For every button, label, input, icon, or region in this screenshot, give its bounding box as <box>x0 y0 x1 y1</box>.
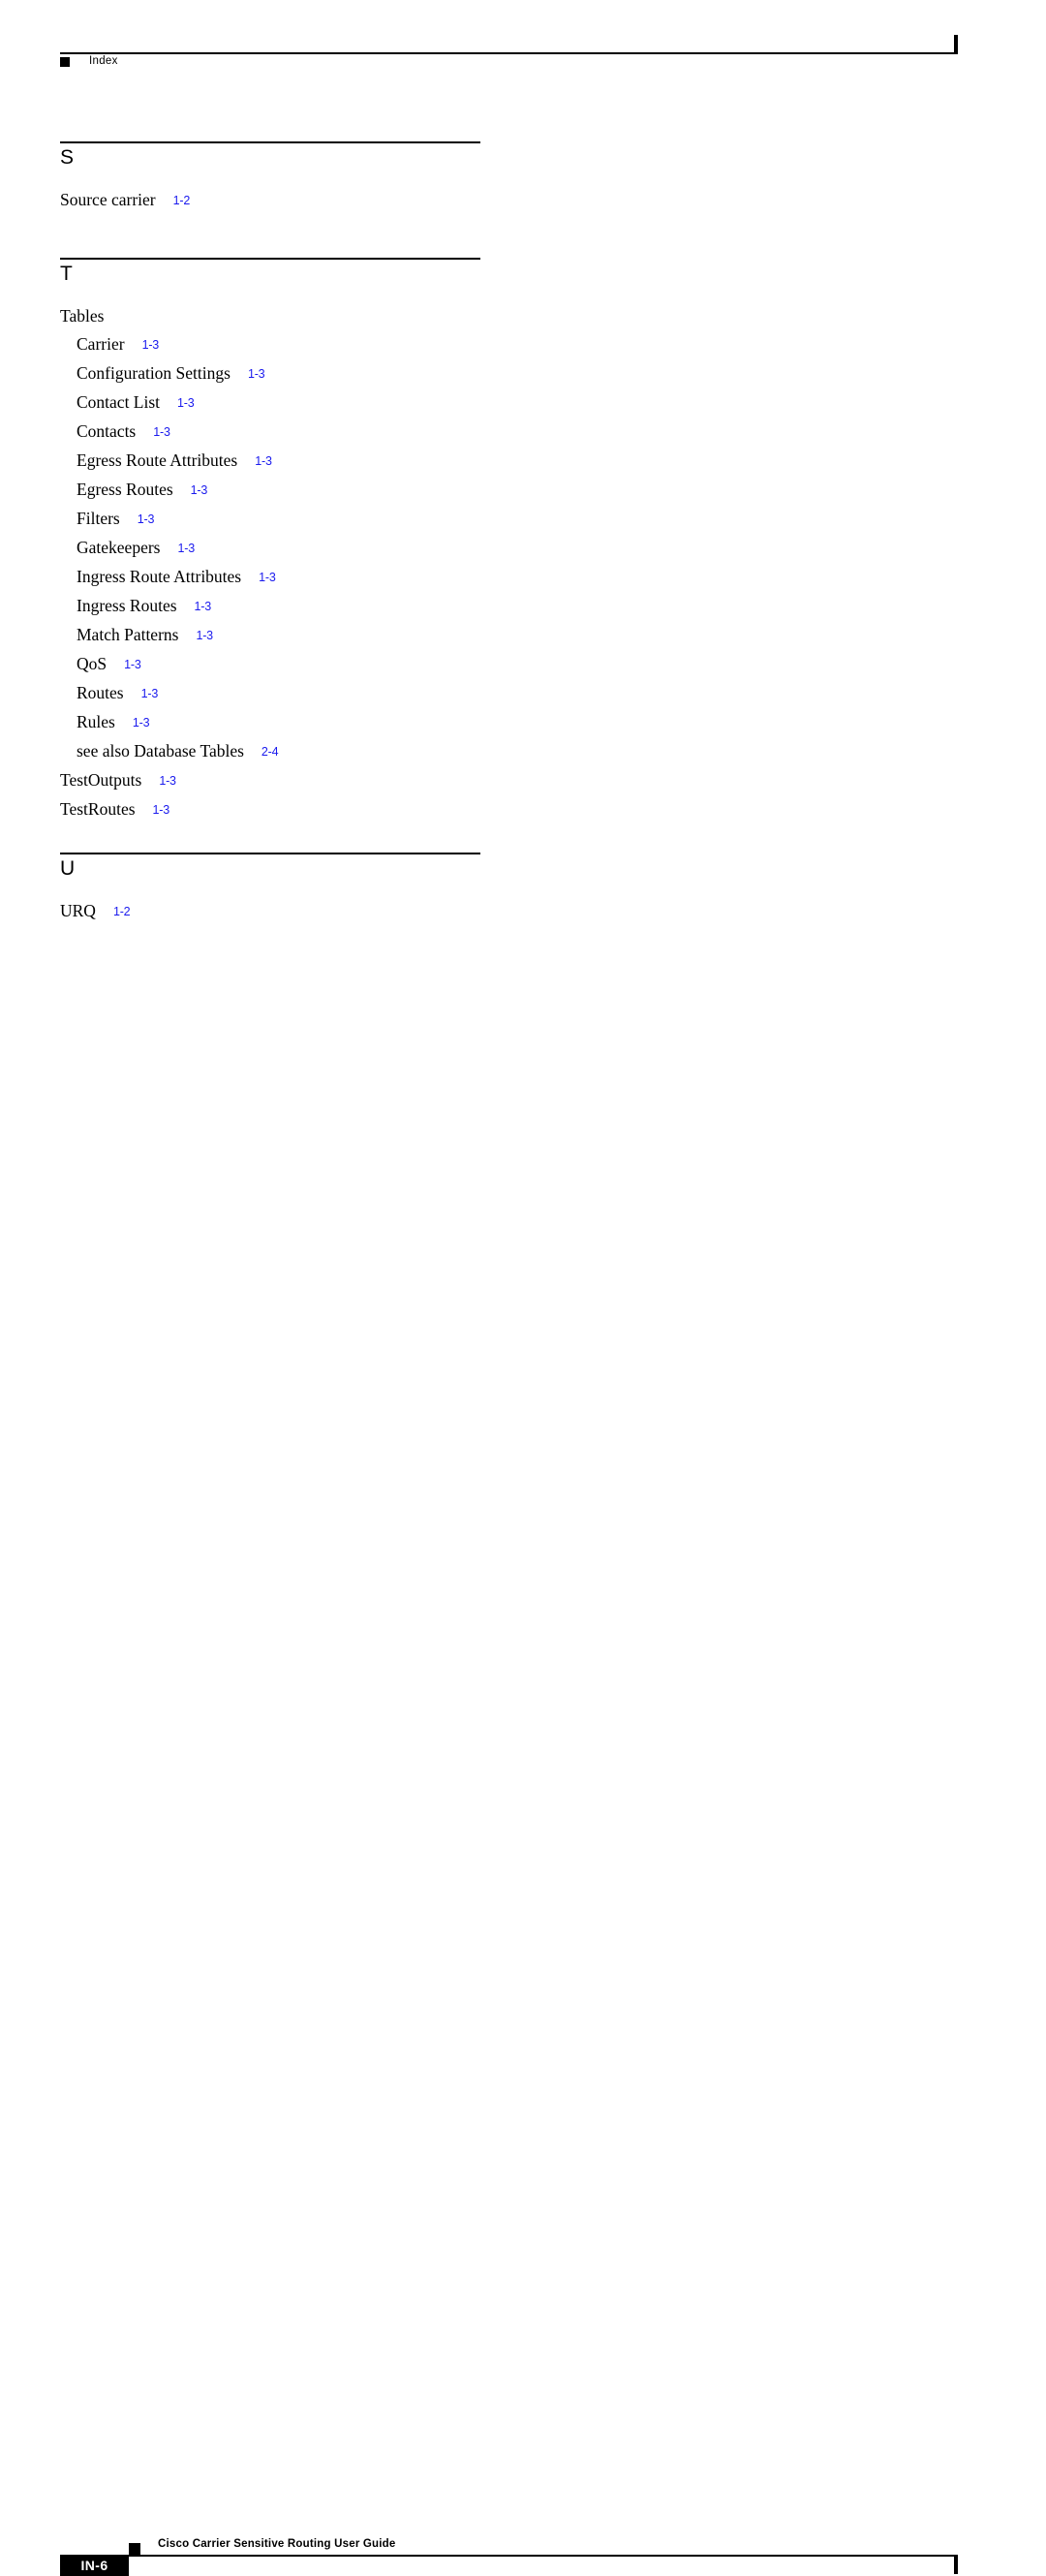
index-section: T Tables Carrier 1-3 Configuration Settings 1… <box>60 258 486 824</box>
index-entry-term: Source carrier <box>60 190 156 209</box>
index-page-reference[interactable]: 1-3 <box>241 571 276 584</box>
index-entry: Contact List 1-3 <box>60 388 486 418</box>
index-entry-term: Configuration Settings <box>77 363 231 383</box>
index-entry-term: Egress Routes <box>77 480 173 499</box>
index-entry-term: URQ <box>60 901 96 920</box>
index-section: S Source carrier 1-2 <box>60 141 486 215</box>
index-entry: Source carrier 1-2 <box>60 186 486 215</box>
page-footer: Cisco Carrier Sensitive Routing User Gui… <box>0 1266 1046 2576</box>
index-entry: Egress Route Attributes 1-3 <box>60 447 486 476</box>
index-entry-term: TestRoutes <box>60 799 136 819</box>
index-entry: Ingress Route Attributes 1-3 <box>60 563 486 592</box>
index-entry: TestRoutes 1-3 <box>60 795 486 824</box>
index-entry-term: Ingress Routes <box>77 596 177 615</box>
index-page-reference[interactable]: 1-2 <box>156 194 191 207</box>
section-rule <box>60 258 480 260</box>
index-entry-term: Carrier <box>77 334 125 354</box>
index-entry: Carrier 1-3 <box>60 330 486 359</box>
index-page-reference[interactable]: 1-3 <box>136 803 170 817</box>
index-entry-term: see also Database Tables <box>77 741 244 760</box>
index-entry-term: QoS <box>77 654 108 673</box>
index-entry: Routes 1-3 <box>60 679 486 708</box>
section-rule <box>60 141 480 143</box>
section-rule <box>60 853 480 854</box>
section-letter: U <box>60 857 76 880</box>
index-entry-term: Rules <box>77 712 115 731</box>
index-entry-term: Ingress Route Attributes <box>77 567 242 586</box>
document-title: Cisco Carrier Sensitive Routing User Gui… <box>158 2538 396 2550</box>
index-page-reference[interactable]: 1-3 <box>115 716 150 729</box>
index-entry-term: Gatekeepers <box>77 538 161 557</box>
index-entry-term: Filters <box>77 509 120 528</box>
header-rule <box>60 52 956 54</box>
running-header-label: Index <box>89 55 118 67</box>
index-entry-term: Tables <box>60 306 105 326</box>
header-crop-mark-icon <box>954 35 958 54</box>
index-page-reference[interactable]: 1-3 <box>160 396 195 410</box>
index-page-reference[interactable]: 1-3 <box>177 600 212 613</box>
page-number-badge: IN-6 <box>60 2555 129 2576</box>
index-entry: Match Patterns 1-3 <box>60 621 486 650</box>
index-page-reference[interactable]: 1-3 <box>178 629 213 642</box>
index-page-reference[interactable]: 1-3 <box>173 483 208 497</box>
index-entry: Configuration Settings 1-3 <box>60 359 486 388</box>
index-section: U URQ 1-2 <box>60 853 486 926</box>
index-entry-term: Match Patterns <box>77 625 179 644</box>
index-entry-term: Egress Route Attributes <box>77 450 238 470</box>
index-entry-term: Contact List <box>77 392 161 412</box>
index-entry-term: Routes <box>77 683 124 702</box>
index-page-reference[interactable]: 1-3 <box>107 658 141 671</box>
black-square-bullet-icon <box>129 2543 140 2555</box>
footer-crop-mark-icon <box>954 2555 958 2574</box>
section-letter: T <box>60 263 73 285</box>
index-entry: QoS 1-3 <box>60 650 486 679</box>
footer-rule <box>129 2555 956 2557</box>
index-page-reference[interactable]: 1-3 <box>141 774 176 788</box>
index-entry: Gatekeepers 1-3 <box>60 534 486 563</box>
index-entry: Filters 1-3 <box>60 505 486 534</box>
index-entry: Ingress Routes 1-3 <box>60 592 486 621</box>
index-entry: Egress Routes 1-3 <box>60 476 486 505</box>
index-entry: Tables <box>60 302 486 330</box>
index-entry: Contacts 1-3 <box>60 418 486 447</box>
index-entry: see also Database Tables 2-4 <box>60 737 486 766</box>
index-page-reference[interactable]: 2-4 <box>244 745 279 759</box>
index-entry: URQ 1-2 <box>60 897 486 926</box>
index-entry: Rules 1-3 <box>60 708 486 737</box>
index-page-reference[interactable]: 1-3 <box>237 454 272 468</box>
index-entry-term: Contacts <box>77 421 137 441</box>
index-page-reference[interactable]: 1-2 <box>96 905 131 918</box>
section-letter: S <box>60 146 75 169</box>
index-page-reference[interactable]: 1-3 <box>231 367 265 381</box>
index-page-reference[interactable]: 1-3 <box>124 687 159 700</box>
black-square-bullet-icon <box>60 57 70 67</box>
page-header: Index <box>0 0 1046 87</box>
index-entry: TestOutputs 1-3 <box>60 766 486 795</box>
index-page-reference[interactable]: 1-3 <box>136 425 170 439</box>
index-entry-term: TestOutputs <box>60 770 142 790</box>
index-page-reference[interactable]: 1-3 <box>125 338 160 352</box>
index-page-reference[interactable]: 1-3 <box>120 512 155 526</box>
index-page-reference[interactable]: 1-3 <box>160 542 195 555</box>
